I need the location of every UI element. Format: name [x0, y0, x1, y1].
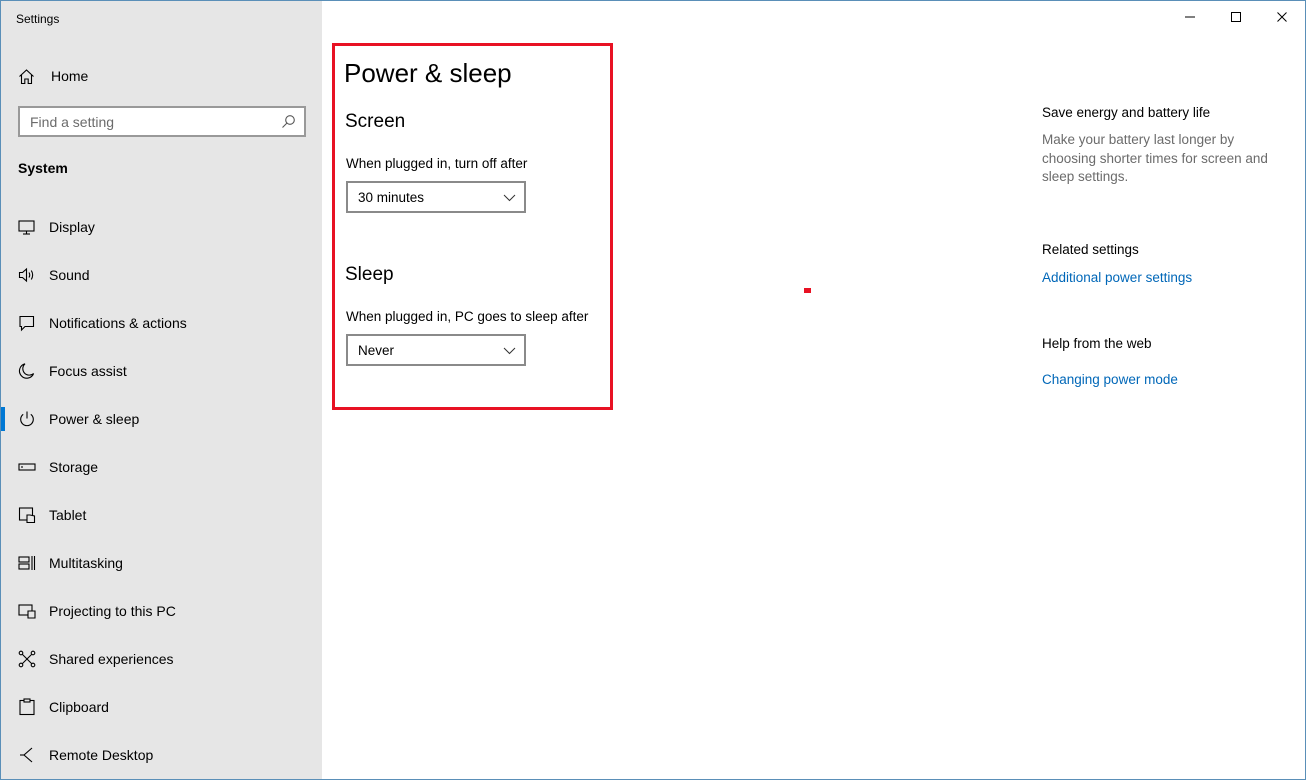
sidebar-item-projecting[interactable]: Projecting to this PC	[1, 587, 322, 635]
sidebar-item-label: Tablet	[49, 507, 87, 523]
energy-heading: Save energy and battery life	[1042, 105, 1292, 120]
notification-icon	[19, 315, 35, 332]
sidebar-item-sound[interactable]: Sound	[1, 251, 322, 299]
system-nav-list: Display Sound Notifications & actions Fo…	[1, 203, 322, 779]
additional-power-settings-link[interactable]: Additional power settings	[1042, 270, 1192, 285]
energy-heading-text: Save energy and battery life	[1042, 105, 1211, 120]
close-button[interactable]	[1259, 1, 1305, 33]
projecting-icon	[18, 604, 36, 619]
minimize-button[interactable]	[1167, 1, 1213, 33]
power-icon	[20, 411, 34, 427]
maximize-icon	[1231, 12, 1241, 22]
sidebar-item-label: Clipboard	[49, 699, 109, 715]
remote-desktop-icon	[20, 747, 33, 763]
help-link-wrap: Changing power mode	[1042, 371, 1292, 389]
minimize-icon	[1185, 16, 1195, 18]
speaker-icon	[18, 267, 34, 283]
sleep-timeout-value: Never	[358, 343, 395, 358]
sleep-heading: Sleep	[345, 264, 394, 285]
sidebar-item-label: Power & sleep	[49, 411, 140, 427]
storage-icon	[18, 463, 36, 471]
sleep-timeout-dropdown[interactable]: Never	[346, 334, 526, 366]
sidebar-item-focus-assist[interactable]: Focus assist	[1, 347, 322, 395]
sidebar-item-label: Shared experiences	[49, 651, 174, 667]
cursor-marker	[804, 288, 811, 293]
sidebar-item-label: Multitasking	[49, 555, 123, 571]
sidebar-item-label: Focus assist	[49, 363, 127, 379]
sidebar-item-clipboard[interactable]: Clipboard	[1, 683, 322, 731]
screen-timeout-label: When plugged in, turn off after	[346, 156, 528, 171]
search-icon	[282, 115, 295, 128]
sidebar-item-tablet[interactable]: Tablet	[1, 491, 322, 539]
monitor-icon	[18, 220, 35, 235]
help-heading: Help from the web	[1042, 336, 1152, 351]
related-settings: Related settings	[1042, 242, 1292, 257]
sidebar-item-label: Sound	[49, 267, 90, 283]
window-controls	[1167, 1, 1305, 33]
home-label: Home	[51, 68, 89, 84]
active-indicator	[1, 407, 5, 431]
screen-timeout-dropdown[interactable]: 30 minutes	[346, 181, 526, 213]
sleep-timeout-label: When plugged in, PC goes to sleep after	[346, 309, 589, 324]
home-nav-item[interactable]: Home	[18, 65, 88, 87]
related-settings-heading: Related settings	[1042, 242, 1139, 257]
chevron-down-icon	[503, 347, 516, 355]
changing-power-mode-link[interactable]: Changing power mode	[1042, 372, 1178, 387]
help-section: Help from the web	[1042, 336, 1292, 351]
sidebar-item-shared-experiences[interactable]: Shared experiences	[1, 635, 322, 683]
page-title: Power & sleep	[344, 58, 512, 88]
sidebar-item-notifications[interactable]: Notifications & actions	[1, 299, 322, 347]
clipboard-icon	[19, 698, 35, 716]
energy-description: Make your battery last longer by choosin…	[1042, 131, 1287, 187]
home-icon	[19, 68, 34, 84]
system-section-label: System	[18, 160, 68, 176]
sidebar-item-label: Storage	[49, 459, 99, 475]
sidebar-item-storage[interactable]: Storage	[1, 443, 322, 491]
energy-description-text: Make your battery last longer by choosin…	[1042, 132, 1268, 184]
sidebar-item-label: Projecting to this PC	[49, 603, 176, 619]
sidebar-item-power-sleep[interactable]: Power & sleep	[1, 395, 322, 443]
multitasking-icon	[18, 556, 36, 570]
sidebar-item-remote-desktop[interactable]: Remote Desktop	[1, 731, 322, 779]
sidebar-item-label: Remote Desktop	[49, 747, 154, 763]
settings-window: Settings Home Find a setting System Disp…	[0, 0, 1306, 780]
screen-heading: Screen	[345, 111, 406, 132]
screen-timeout-value: 30 minutes	[358, 190, 425, 205]
moon-icon	[19, 363, 35, 379]
sidebar-item-display[interactable]: Display	[1, 203, 322, 251]
maximize-button[interactable]	[1213, 1, 1259, 33]
sidebar-item-multitasking[interactable]: Multitasking	[1, 539, 322, 587]
search-placeholder: Find a setting	[30, 114, 115, 130]
app-title: Settings	[16, 12, 60, 26]
tablet-icon	[18, 507, 36, 524]
sidebar: Settings Home Find a setting System Disp…	[1, 1, 322, 779]
close-icon	[1277, 12, 1287, 22]
shared-icon	[18, 650, 36, 668]
sidebar-item-label: Display	[49, 219, 95, 235]
search-input[interactable]: Find a setting	[18, 106, 306, 137]
chevron-down-icon	[503, 194, 516, 202]
sidebar-item-label: Notifications & actions	[49, 315, 187, 331]
related-link-wrap: Additional power settings	[1042, 269, 1292, 287]
